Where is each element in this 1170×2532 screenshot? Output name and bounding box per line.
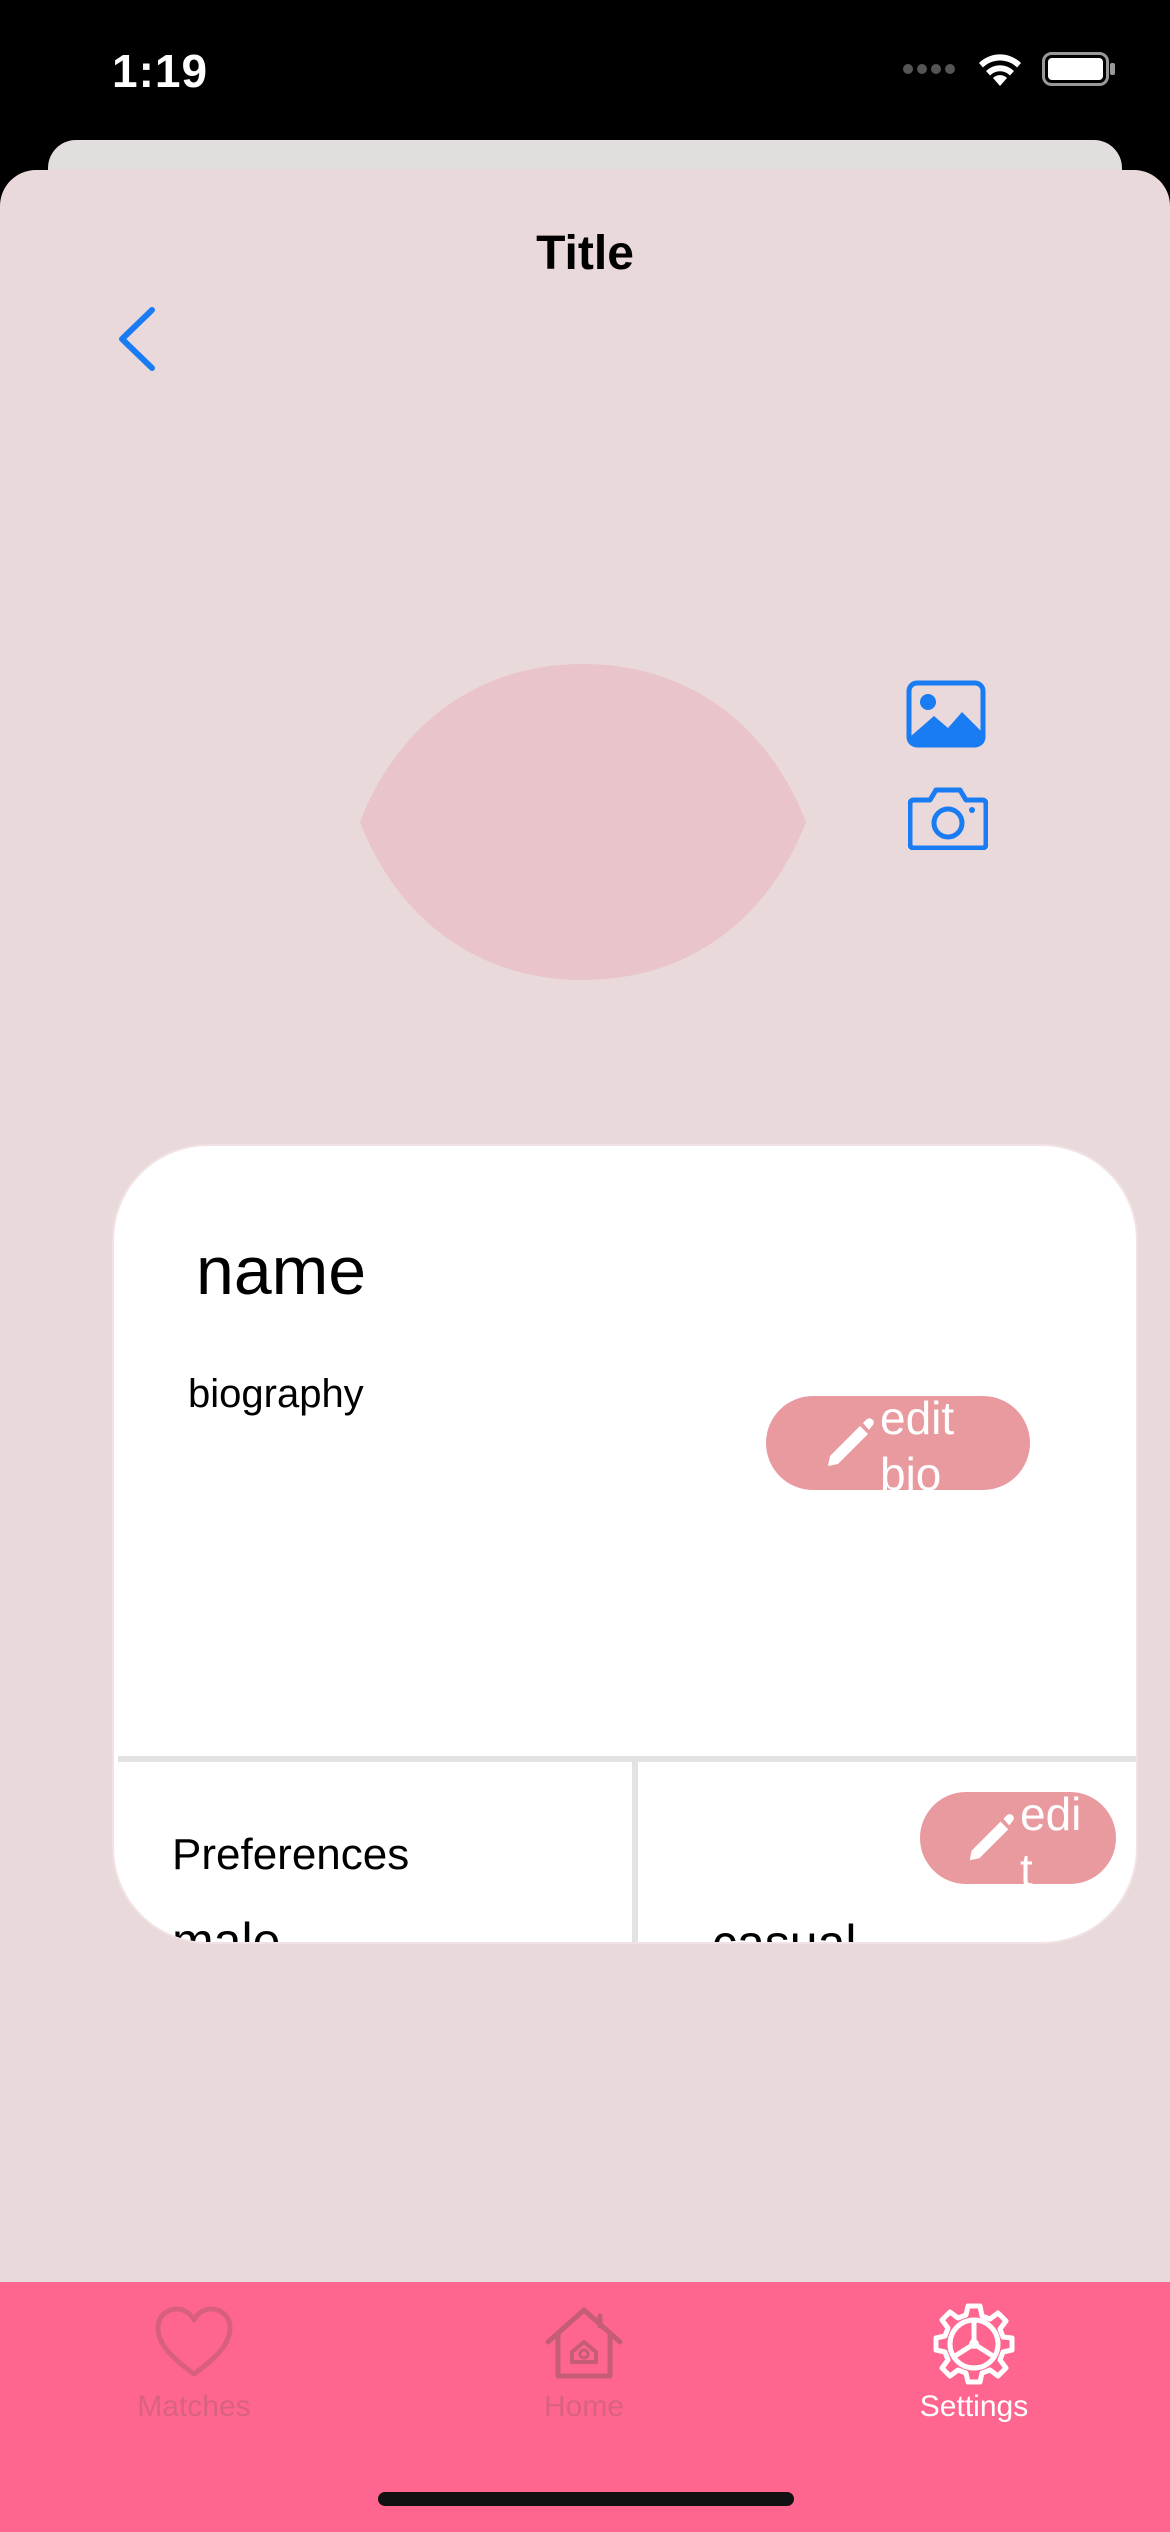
tab-bar: Matches Home Settings (0, 2282, 1170, 2532)
status-icons (902, 50, 1116, 88)
status-bar: 1:19 (0, 0, 1170, 140)
profile-sheet: Title name biography edit bio Preference… (0, 170, 1170, 2282)
profile-biography: biography (188, 1372, 364, 1416)
profile-photo-placeholder[interactable] (358, 664, 808, 980)
home-indicator (378, 2492, 794, 2506)
edit-bio-button[interactable]: edit bio (766, 1396, 1030, 1490)
chevron-left-icon[interactable] (108, 304, 168, 374)
edit-preferences-button[interactable]: edit (920, 1792, 1116, 1884)
wifi-icon (979, 54, 1021, 86)
cellular-signal-icon (903, 64, 955, 74)
preferences-label: Preferences (172, 1830, 410, 1879)
card-divider-horizontal (118, 1756, 1136, 1762)
status-time: 1:19 (112, 45, 209, 97)
tab-home-label: Home (543, 2390, 625, 2423)
camera-icon[interactable] (908, 784, 988, 850)
tab-home[interactable]: Home (454, 2302, 714, 2442)
tab-matches[interactable]: Matches (64, 2302, 324, 2442)
preferences-value: male (172, 1913, 281, 1944)
page-title: Title (536, 227, 634, 280)
profile-card: name biography edit bio Preferences male… (112, 1144, 1138, 1944)
photo-icon[interactable] (906, 680, 986, 748)
pencil-icon (828, 1418, 874, 1466)
card-divider-vertical (632, 1762, 638, 1942)
tab-matches-label: Matches (137, 2390, 251, 2423)
gear-icon (933, 2303, 1015, 2385)
battery-icon (1042, 52, 1115, 86)
heart-icon (155, 2306, 233, 2377)
tab-settings[interactable]: Settings (844, 2302, 1104, 2442)
edit-bio-label: edit bio (880, 1396, 955, 1490)
house-icon (545, 2307, 623, 2379)
looking-for-value: casual (712, 1915, 857, 1944)
pencil-icon (969, 1814, 1014, 1861)
tab-settings-label: Settings (919, 2390, 1029, 2423)
edit-preferences-label: edit (1020, 1792, 1082, 1884)
profile-name: name (196, 1233, 367, 1309)
